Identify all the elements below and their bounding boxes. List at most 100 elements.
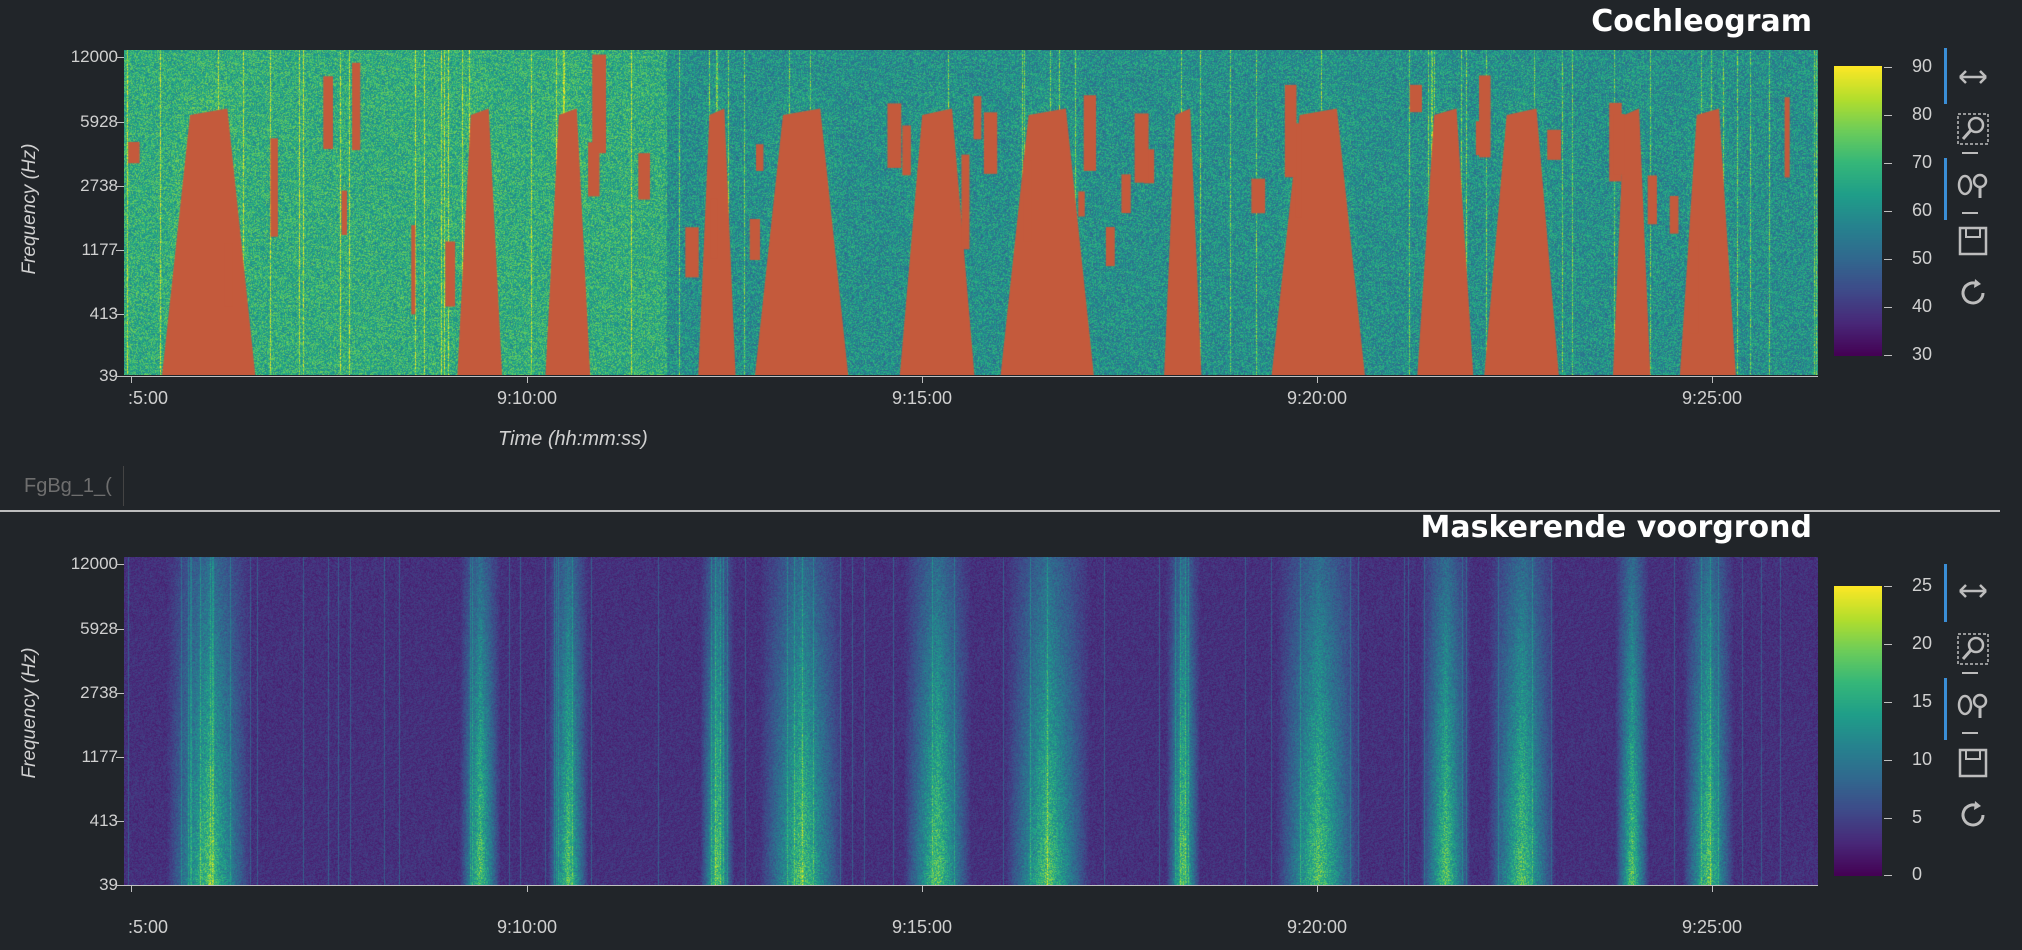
- box-zoom-icon[interactable]: [1956, 112, 1990, 146]
- save-icon[interactable]: [1956, 224, 1990, 258]
- toolbar-separator: [1962, 732, 1978, 734]
- colorbar-tick-mark: [1884, 115, 1892, 116]
- foreground-heatmap[interactable]: [124, 557, 1818, 885]
- x-tick-mark: [527, 885, 528, 892]
- y-tick-mark: [116, 693, 124, 694]
- cochleogram-panel: Cochleogram Frequency (Hz) 12000 5928 27…: [0, 0, 2022, 466]
- pan-icon[interactable]: [1956, 574, 1990, 608]
- x-axis-line: [124, 376, 1818, 377]
- tab-label[interactable]: FgBg_1_(: [0, 466, 124, 506]
- chart-title: Maskerende voorgrond: [1420, 510, 1813, 545]
- y-tick-label: 1177: [81, 240, 118, 259]
- y-tick-label: 413: [89, 811, 118, 830]
- colorbar-tick-mark: [1884, 760, 1892, 761]
- colorbar-tick-label: 10: [1912, 749, 1933, 769]
- y-tick-mark: [116, 885, 124, 886]
- x-tick-mark: [1712, 885, 1713, 892]
- y-tick-mark: [116, 376, 124, 377]
- x-tick-label: 9:20:00: [1286, 917, 1348, 937]
- colorbar: [1834, 586, 1882, 876]
- chart-title: Cochleogram: [1591, 4, 1812, 39]
- wheel-zoom-icon[interactable]: [1956, 688, 1990, 722]
- x-tick-label: 9:20:00: [1286, 388, 1348, 408]
- cochleogram-heatmap[interactable]: [124, 50, 1818, 375]
- cochleogram-plot[interactable]: [124, 50, 1818, 375]
- colorbar-tick-label: 20: [1912, 633, 1933, 653]
- x-tick-label: :5:00: [127, 917, 169, 937]
- colorbar-tick-mark: [1884, 307, 1892, 308]
- foreground-plot[interactable]: [124, 557, 1818, 885]
- y-tick-label: 39: [99, 875, 118, 894]
- colorbar-tick-mark: [1884, 644, 1892, 645]
- colorbar-tick-mark: [1884, 875, 1892, 876]
- y-tick-label: 413: [89, 304, 118, 323]
- colorbar-tick-label: 50: [1912, 248, 1933, 268]
- plot-toolbar: [1944, 512, 2004, 950]
- y-tick-mark: [116, 821, 124, 822]
- y-tick-mark: [116, 186, 124, 187]
- x-tick-mark: [1712, 376, 1713, 383]
- colorbar: [1834, 66, 1882, 356]
- colorbar-tick-mark: [1884, 67, 1892, 68]
- y-tick-mark: [116, 57, 124, 58]
- toolbar-separator: [1962, 672, 1978, 674]
- y-tick-mark: [116, 122, 124, 123]
- colorbar-tick-mark: [1884, 586, 1892, 587]
- x-tick-mark: [131, 376, 132, 383]
- x-axis-line: [124, 885, 1818, 886]
- colorbar-tick-label: 0: [1912, 864, 1923, 884]
- pan-active-indicator: [1944, 564, 1947, 622]
- zoom-active-indicator: [1944, 678, 1947, 740]
- colorbar-tick-mark: [1884, 355, 1892, 356]
- x-tick-label: 9:25:00: [1681, 388, 1743, 408]
- y-axis-label: Frequency (Hz): [19, 647, 40, 779]
- x-tick-label: 9:10:00: [496, 388, 558, 408]
- y-tick-label: 5928: [80, 619, 118, 638]
- colorbar-tick-label: 15: [1912, 691, 1933, 711]
- y-tick-label: 39: [99, 366, 118, 385]
- colorbar-tick-label: 25: [1912, 575, 1933, 595]
- y-tick-mark: [116, 629, 124, 630]
- x-axis-label: Time (hh:mm:ss): [498, 428, 648, 450]
- reset-icon[interactable]: [1956, 276, 1990, 310]
- colorbar-tick-mark: [1884, 211, 1892, 212]
- pan-active-indicator: [1944, 48, 1947, 104]
- box-zoom-icon[interactable]: [1956, 632, 1990, 666]
- colorbar-tick-label: 5: [1912, 807, 1923, 827]
- y-axis-label: Frequency (Hz): [19, 143, 40, 275]
- plot-toolbar: [1944, 0, 2004, 466]
- wheel-zoom-icon[interactable]: [1956, 168, 1990, 202]
- y-tick-label: 5928: [80, 112, 118, 131]
- y-tick-mark: [116, 757, 124, 758]
- colorbar-tick-label: 70: [1912, 152, 1933, 172]
- toolbar-separator: [1962, 152, 1978, 154]
- x-tick-mark: [1317, 885, 1318, 892]
- zoom-active-indicator: [1944, 158, 1947, 220]
- x-tick-mark: [131, 885, 132, 892]
- x-tick-mark: [1317, 376, 1318, 383]
- y-tick-mark: [116, 564, 124, 565]
- foreground-panel: Maskerende voorgrond Frequency (Hz) 1200…: [0, 510, 2022, 950]
- colorbar-tick-mark: [1884, 818, 1892, 819]
- x-tick-mark: [922, 885, 923, 892]
- save-icon[interactable]: [1956, 746, 1990, 780]
- y-tick-label: 12000: [70, 554, 118, 573]
- x-tick-label: 9:15:00: [891, 917, 953, 937]
- pan-icon[interactable]: [1956, 60, 1990, 94]
- y-tick-label: 1177: [81, 747, 118, 766]
- y-tick-mark: [116, 250, 124, 251]
- colorbar-tick-mark: [1884, 259, 1892, 260]
- y-tick-label: 2738: [80, 176, 118, 195]
- x-tick-mark: [922, 376, 923, 383]
- colorbar-tick-label: 30: [1912, 344, 1933, 364]
- toolbar-separator: [1962, 212, 1978, 214]
- colorbar-tick-label: 80: [1912, 104, 1933, 124]
- x-tick-label: 9:25:00: [1681, 917, 1743, 937]
- colorbar-tick-mark: [1884, 702, 1892, 703]
- x-tick-label: :5:00: [127, 388, 169, 408]
- x-tick-mark: [527, 376, 528, 383]
- colorbar-tick-mark: [1884, 163, 1892, 164]
- y-tick-label: 12000: [70, 47, 118, 66]
- x-tick-label: 9:10:00: [496, 917, 558, 937]
- reset-icon[interactable]: [1956, 798, 1990, 832]
